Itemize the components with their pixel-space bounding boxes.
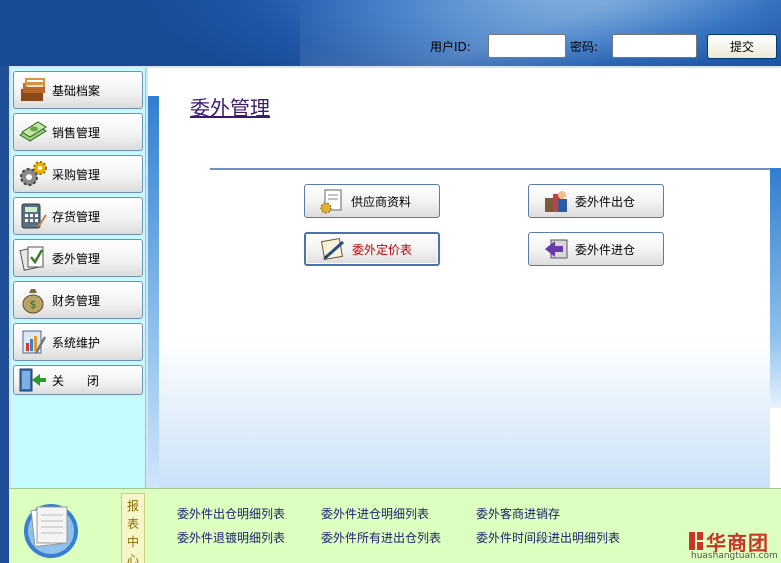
- page-title: 委外管理: [190, 96, 270, 120]
- sidebar-item-label: 关 闭: [52, 373, 99, 388]
- report-link-supplier-stock[interactable]: 委外客商进销存: [476, 505, 560, 522]
- password-input[interactable]: [612, 34, 697, 58]
- watermark-mark-icon: [689, 532, 703, 550]
- left-accent-stripe: [148, 96, 159, 488]
- report-tab-char: 报: [126, 499, 139, 513]
- watermark-logo: 华商团 huashangtuan.com: [686, 529, 781, 563]
- report-link-in-detail[interactable]: 委外件进仓明细列表: [321, 505, 429, 522]
- outsourced-out-button[interactable]: 委外件出仓: [528, 184, 664, 218]
- svg-text:$: $: [30, 298, 37, 311]
- report-stack-icon: [24, 504, 78, 558]
- sidebar-item-close[interactable]: 关 闭: [13, 365, 143, 395]
- sidebar-item-inventory[interactable]: 存货管理: [13, 197, 143, 235]
- report-link-out-detail[interactable]: 委外件出仓明细列表: [177, 505, 285, 522]
- report-tab-char: 表: [126, 517, 139, 531]
- sidebar-item-outsourcing[interactable]: 委外管理: [13, 239, 143, 277]
- supplier-info-button[interactable]: 供应商资料: [304, 184, 440, 218]
- sidebar-item-label: 系统维护: [52, 335, 101, 350]
- supplier-doc-icon: [320, 189, 342, 214]
- watermark-url: huashangtuan.com: [691, 551, 778, 561]
- report-center: 报 表 中 心 委外件出仓明细列表 委外件进仓明细列表 委外客商进销存 委外件退…: [9, 488, 781, 563]
- money-bag-icon: $: [22, 289, 44, 314]
- outsourced-in-label: 委外件进仓: [575, 242, 636, 257]
- warehouse-in-icon: [545, 239, 568, 259]
- sidebar-item-finance[interactable]: $ 财务管理: [13, 281, 143, 319]
- supplier-info-label: 供应商资料: [351, 194, 412, 209]
- main-panel: 委外管理 供应商资料 委外件出仓 委外定价表 委外件进仓: [148, 68, 781, 488]
- report-link-all-in-out[interactable]: 委外件所有进出仓列表: [321, 529, 441, 546]
- outsourcing-price-list-button[interactable]: 委外定价表: [304, 232, 440, 266]
- sidebar: 基础档案 销售管理 采购管理 存货管理 委外管理 $ 财务管理 系统维护 关 闭: [11, 68, 146, 488]
- title-divider: [210, 168, 770, 170]
- sidebar-item-basic-archives[interactable]: 基础档案: [13, 71, 143, 109]
- password-label: 密码:: [570, 39, 599, 54]
- warehouse-out-icon: [545, 191, 567, 212]
- sidebar-item-purchasing[interactable]: 采购管理: [13, 155, 143, 193]
- sidebar-item-label: 存货管理: [52, 209, 101, 224]
- right-accent-stripe: [770, 168, 781, 408]
- exit-door-icon: [19, 368, 46, 392]
- banknote-icon: [19, 121, 47, 142]
- submit-button[interactable]: 提交: [707, 34, 777, 59]
- pricing-doc-icon: [320, 237, 344, 261]
- outsourcing-price-list-label: 委外定价表: [352, 242, 413, 257]
- gears-icon: [20, 161, 47, 186]
- outsourced-in-button[interactable]: 委外件进仓: [528, 232, 664, 266]
- userid-label: 用户ID:: [430, 39, 471, 54]
- archive-boxes-icon: [21, 78, 45, 101]
- sidebar-item-sales[interactable]: 销售管理: [13, 113, 143, 151]
- calculator-icon: [21, 203, 47, 229]
- report-center-tab[interactable]: 报 表 中 心: [121, 493, 145, 563]
- report-tab-char: 中: [126, 535, 139, 549]
- sidebar-item-label: 基础档案: [52, 83, 101, 98]
- sidebar-item-label: 销售管理: [52, 125, 101, 140]
- sidebar-item-label: 采购管理: [52, 167, 101, 182]
- panel-gradient: [159, 338, 770, 488]
- tools-icon: [22, 330, 47, 354]
- sidebar-item-label: 财务管理: [52, 293, 101, 308]
- report-link-period-in-out[interactable]: 委外件时间段进出明细列表: [476, 529, 620, 546]
- report-tab-char: 心: [126, 553, 139, 563]
- userid-input[interactable]: [488, 34, 566, 58]
- sidebar-item-label: 委外管理: [52, 251, 101, 266]
- sidebar-item-system[interactable]: 系统维护: [13, 323, 143, 361]
- outsourced-out-label: 委外件出仓: [575, 194, 636, 209]
- documents-check-icon: [19, 246, 44, 271]
- report-link-return-plating[interactable]: 委外件退镀明细列表: [177, 529, 285, 546]
